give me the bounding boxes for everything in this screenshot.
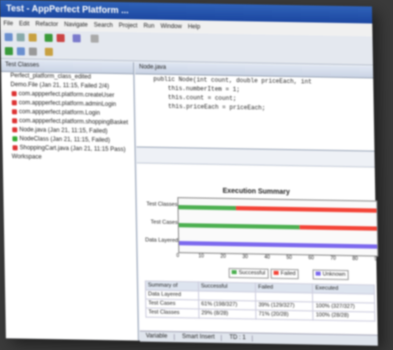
menu-item-window[interactable]: Window xyxy=(160,24,181,30)
table-cell: Test Classes xyxy=(145,308,199,319)
legend-item: Failed xyxy=(270,268,299,280)
refresh-icon[interactable] xyxy=(16,47,25,56)
photo-background: Test - AppPerfect Platform ... File Edit R… xyxy=(0,0,393,350)
x-tick-label: 40 xyxy=(264,254,270,261)
tree-item-label: Demo.File (Jan 21, 11:15, Failed 2/4) xyxy=(10,82,110,90)
chart-title: Execution Summary xyxy=(222,187,290,197)
status-icon xyxy=(11,91,17,97)
open-icon[interactable] xyxy=(28,33,37,42)
test-classes-pane: Test Classes Perfect_platform_class_edit… xyxy=(1,60,139,341)
x-tick-label: 0 xyxy=(176,253,180,260)
menu-item-help[interactable]: Help xyxy=(188,24,200,30)
x-tick-label: 20 xyxy=(220,253,226,260)
debug-icon[interactable] xyxy=(72,34,81,43)
legend-label: Failed xyxy=(280,270,296,278)
tree-item-label: com.appperfect.platform.createUser xyxy=(18,91,115,100)
folder-icon[interactable] xyxy=(44,47,53,56)
x-tick-label: 90 xyxy=(374,256,380,263)
code-editor[interactable]: Node.java public Node(int count, double … xyxy=(135,62,375,152)
tree-item-label: Node.java (Jan 21, 11:15, Failed) xyxy=(19,127,108,135)
bar-chart xyxy=(178,204,378,249)
tree-item-label: com.appperfect.platform.adminLogin xyxy=(18,100,117,109)
status-mid: Smart Insert xyxy=(176,334,222,341)
new-icon[interactable] xyxy=(4,33,13,42)
table-cell: 71% (20/28) xyxy=(256,310,314,321)
bar-failed xyxy=(299,225,377,231)
tree-item-label: ShoppingCart.java (Jan 21, 11:15 Pass) xyxy=(19,145,126,154)
menu-item-run[interactable]: Run xyxy=(143,24,154,30)
status-left: Variable xyxy=(139,333,175,341)
menu-item-refactor[interactable]: Refactor xyxy=(35,22,58,28)
menu-item-edit[interactable]: Edit xyxy=(19,21,29,27)
status-icon xyxy=(3,81,9,88)
status-icon xyxy=(12,136,18,142)
tree-item-label: com.appperfect.platform.shoppingBasket xyxy=(19,118,129,127)
x-tick-label: 70 xyxy=(330,255,336,262)
run-icon[interactable] xyxy=(44,33,53,42)
report-toolbar xyxy=(136,148,375,168)
status-icon xyxy=(11,109,17,115)
legend-label: Unknown xyxy=(322,271,346,279)
bar-successful xyxy=(178,222,300,230)
table-cell: 100% (28/28) xyxy=(313,311,375,322)
y-tick-label: Data Layered xyxy=(145,237,179,245)
bar-failed xyxy=(235,205,377,213)
y-tick-label: Test Classes xyxy=(146,201,178,209)
legend-item: Successful xyxy=(228,268,269,279)
tree-item-label: Perfect_platform_class_edited xyxy=(10,73,92,81)
x-tick-label: 50 xyxy=(286,255,292,262)
menu-item-file[interactable]: File xyxy=(3,21,13,27)
code-area[interactable]: public Node(int count, double priceEach,… xyxy=(135,74,374,114)
y-tick-label: Test Cases xyxy=(150,220,178,227)
save-icon[interactable] xyxy=(16,33,25,42)
x-tick-label: 30 xyxy=(242,254,248,261)
table-cell: 29% (8/28) xyxy=(198,309,257,320)
status-icon xyxy=(12,127,18,133)
legend-label: Successful xyxy=(238,270,266,277)
settings-icon[interactable] xyxy=(28,47,37,56)
stop-icon[interactable] xyxy=(56,33,65,43)
legend-swatch xyxy=(231,270,237,275)
bar-successful xyxy=(178,204,236,211)
status-right: TD : 1 xyxy=(223,334,253,342)
summary-table: Summary of Successful Failed Executed Data … xyxy=(145,281,376,322)
search-icon[interactable] xyxy=(90,34,99,43)
bar-unknown xyxy=(179,241,378,249)
x-tick-label: 60 xyxy=(308,255,314,262)
play-icon[interactable] xyxy=(4,47,13,56)
menu-item-navigate[interactable]: Navigate xyxy=(64,22,88,28)
execution-report: Execution Summary Test Classes Test Cases… xyxy=(136,148,380,345)
tree-item-label: Workspace xyxy=(11,154,42,161)
test-tree: Perfect_platform_class_edited Demo.File (… xyxy=(1,72,135,164)
menu-item-project[interactable]: Project xyxy=(119,23,138,29)
status-icon xyxy=(11,100,17,106)
status-icon xyxy=(12,145,18,151)
ide-window: Test - AppPerfect Platform ... File Edit R… xyxy=(0,0,380,346)
chart-plot-area xyxy=(177,197,379,257)
tree-item-label: NodeClass (Jan 21, 11:15, Failed) xyxy=(19,136,111,144)
x-tick-label: 10 xyxy=(198,253,204,260)
x-tick-label: 80 xyxy=(352,256,358,263)
status-icon xyxy=(3,72,9,79)
status-icon xyxy=(4,154,10,160)
menu-item-search[interactable]: Search xyxy=(94,23,113,29)
status-icon xyxy=(12,118,18,124)
tree-item-label: com.appperfect.platform.Login xyxy=(18,109,101,117)
legend-swatch xyxy=(273,270,279,275)
legend-item: Unknown xyxy=(312,269,349,281)
legend-swatch xyxy=(315,271,321,276)
